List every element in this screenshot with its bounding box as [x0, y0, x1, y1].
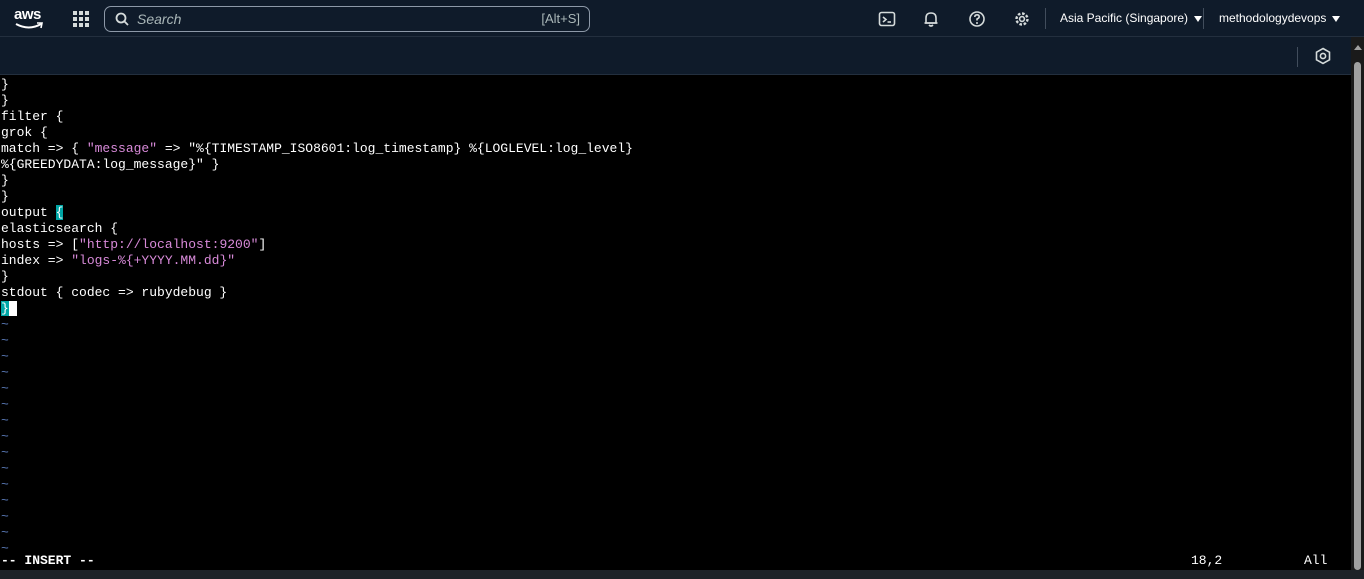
terminal-line: }: [1, 269, 9, 285]
terminal-text: }: [1, 189, 9, 204]
empty-line-marker: ~: [1, 461, 9, 476]
empty-line-marker: ~: [1, 333, 9, 348]
region-label: Asia Pacific (Singapore): [1060, 11, 1189, 25]
scroll-position: All: [1304, 553, 1328, 568]
terminal-viewport[interactable]: }} filter {grok {match => { "message" => …: [0, 75, 1351, 570]
empty-line-marker: ~: [1, 509, 9, 524]
terminal-line: stdout { codec => rubydebug }: [1, 285, 227, 301]
terminal-line: }: [1, 301, 17, 317]
terminal-text: }: [1, 173, 9, 188]
terminal-line: filter {: [1, 109, 63, 125]
gear-icon[interactable]: [1013, 10, 1031, 28]
scroll-up-arrow-icon[interactable]: [1354, 45, 1362, 50]
empty-line-marker: ~: [1, 365, 9, 380]
empty-line-marker: ~: [1, 317, 9, 332]
search-input[interactable]: [137, 10, 477, 28]
search-bar[interactable]: [Alt+S]: [104, 6, 590, 32]
terminal-line: grok {: [1, 125, 48, 141]
terminal-text: %{GREEDYDATA:log_message}" }: [1, 157, 220, 172]
account-label: methodologydevops: [1219, 11, 1327, 25]
empty-line-marker: ~: [1, 445, 9, 460]
terminal-text: ]: [258, 237, 267, 252]
terminal-line: ~: [1, 381, 9, 397]
terminal-text: => "%{TIMESTAMP_ISO8601:log_timestamp} %…: [157, 141, 633, 156]
empty-line-marker: ~: [1, 349, 9, 364]
chevron-down-icon: [1332, 15, 1341, 22]
terminal-line: ~: [1, 445, 9, 461]
cloudshell-icon[interactable]: [878, 10, 896, 28]
terminal-line: ~: [1, 429, 9, 445]
terminal-line: }: [1, 189, 9, 205]
terminal-line: ~: [1, 333, 9, 349]
terminal-text: }: [1, 301, 9, 316]
empty-line-marker: ~: [1, 381, 9, 396]
aws-smile-icon: [15, 22, 43, 29]
nav-divider: [1045, 8, 1046, 29]
terminal-text: }: [1, 93, 9, 108]
bottom-bar: [0, 570, 1364, 579]
terminal-line: ~: [1, 413, 9, 429]
vertical-scrollbar[interactable]: [1351, 37, 1364, 570]
chevron-down-icon: [1194, 15, 1203, 22]
text-cursor: [8, 301, 17, 316]
help-icon[interactable]: [968, 10, 986, 28]
cloudshell-toolbar: [0, 37, 1351, 75]
aws-logo[interactable]: aws: [14, 6, 46, 32]
toolbar-divider: [1297, 47, 1298, 67]
terminal-line: ~: [1, 477, 9, 493]
terminal-text: }: [1, 269, 9, 284]
empty-line-marker: ~: [1, 429, 9, 444]
terminal-line: index => "logs-%{+YYYY.MM.dd}": [1, 253, 235, 269]
terminal-line: }: [1, 77, 9, 93]
terminal-text: }: [1, 77, 9, 92]
terminal-text: "http://localhost:9200": [79, 237, 259, 252]
terminal-line: %{GREEDYDATA:log_message}" }: [1, 157, 219, 173]
bell-icon[interactable]: [922, 10, 940, 28]
terminal-text: match => {: [1, 141, 87, 156]
region-selector[interactable]: Asia Pacific (Singapore): [1060, 11, 1203, 25]
terminal-text: filter {: [1, 109, 64, 124]
terminal-line: match => { "message" => "%{TIMESTAMP_ISO…: [1, 141, 633, 157]
terminal-line: ~: [1, 317, 9, 333]
services-menu-icon[interactable]: [73, 11, 89, 27]
hexagon-settings-icon[interactable]: [1314, 47, 1332, 65]
terminal-line: ~: [1, 493, 9, 509]
terminal-line: ~: [1, 461, 9, 477]
empty-line-marker: ~: [1, 525, 9, 540]
empty-line-marker: ~: [1, 493, 9, 508]
terminal-line: output {: [1, 205, 64, 221]
account-menu[interactable]: methodologydevops: [1219, 11, 1341, 25]
empty-line-marker: ~: [1, 397, 9, 412]
terminal-text: index =>: [1, 253, 72, 268]
terminal-text: "logs-%{+YYYY.MM.dd}": [71, 253, 236, 268]
terminal-text: grok {: [1, 125, 48, 140]
terminal-text: output: [1, 205, 56, 220]
scrollbar-thumb[interactable]: [1354, 62, 1361, 570]
terminal-line: ~: [1, 397, 9, 413]
terminal-line: }: [1, 173, 9, 189]
terminal-line: elasticsearch {: [1, 221, 118, 237]
terminal-text: {: [55, 205, 64, 220]
terminal-line: ~: [1, 349, 9, 365]
search-icon: [115, 12, 129, 26]
terminal-text: stdout { codec => rubydebug }: [1, 285, 228, 300]
terminal-line: ~: [1, 525, 9, 541]
nav-divider: [1203, 8, 1204, 29]
terminal-text: "message": [86, 141, 158, 156]
terminal-line: ~: [1, 365, 9, 381]
empty-line-marker: ~: [1, 413, 9, 428]
search-shortcut-hint: [Alt+S]: [541, 11, 580, 26]
terminal-text: hosts => [: [1, 237, 80, 252]
terminal-line: hosts => ["http://localhost:9200"]: [1, 237, 266, 253]
terminal-line: }: [1, 93, 9, 109]
empty-line-marker: ~: [1, 477, 9, 492]
terminal-line: ~: [1, 509, 9, 525]
vim-mode-indicator: -- INSERT --: [1, 553, 95, 568]
aws-top-navigation: aws [Alt+S] Asia: [0, 0, 1364, 37]
terminal-text: elasticsearch {: [1, 221, 119, 236]
cursor-position: 18,2: [1191, 553, 1223, 568]
